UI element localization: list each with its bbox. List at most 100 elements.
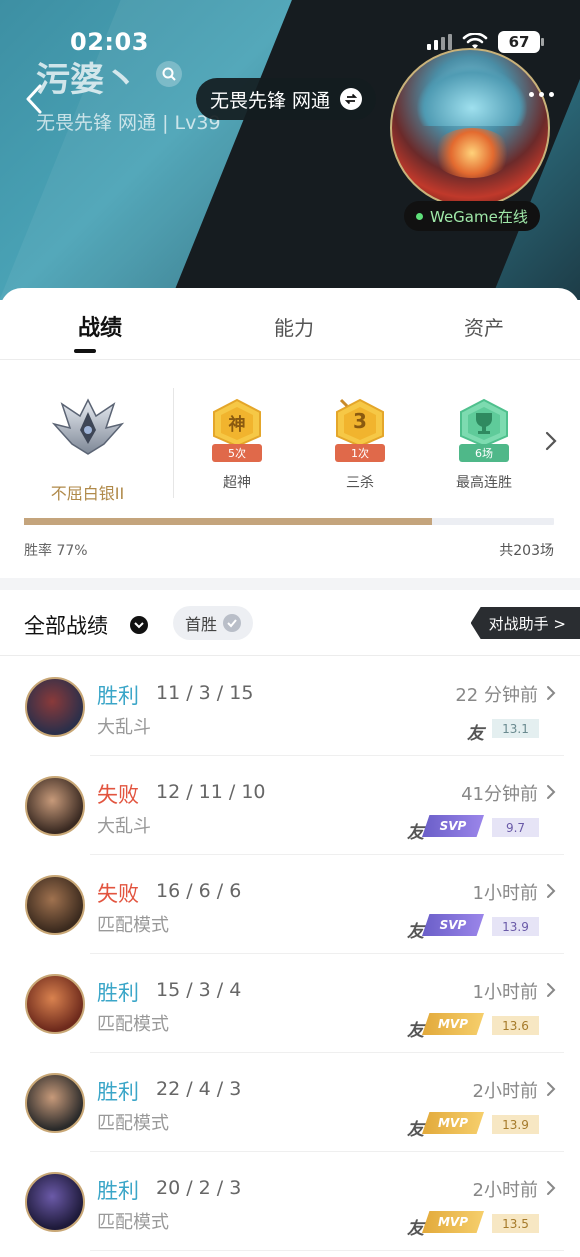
match-kda: 16 / 6 / 6 bbox=[156, 880, 242, 902]
match-result: 胜利 bbox=[97, 1080, 139, 1104]
match-kda: 20 / 2 / 3 bbox=[156, 1177, 242, 1199]
match-score: 13.1 bbox=[492, 719, 539, 738]
online-dot-icon bbox=[416, 212, 423, 220]
triple-kill-badge-icon: 3 1次 bbox=[331, 398, 389, 462]
tab-active-indicator bbox=[74, 349, 96, 353]
match-row[interactable]: 胜利 11 / 3 / 15 大乱斗 22 分钟前 友 13.1 bbox=[0, 657, 580, 756]
divider bbox=[173, 388, 174, 498]
match-time: 1小时前 bbox=[472, 982, 538, 1003]
chevron-right-icon bbox=[547, 983, 556, 997]
chevron-right-icon bbox=[547, 1181, 556, 1195]
match-row[interactable]: 胜利 15 / 3 / 4 匹配模式 1小时前 友 MVP 13.6 bbox=[0, 954, 580, 1053]
friend-icon: 友 bbox=[407, 1021, 424, 1041]
tab-assets[interactable]: 资产 bbox=[464, 312, 504, 341]
player-server-level: 无畏先锋 网通 | Lv39 bbox=[36, 112, 221, 134]
win-rate-bar bbox=[24, 518, 554, 525]
match-row[interactable]: 失败 12 / 11 / 10 大乱斗 41分钟前 友 SVP 9.7 bbox=[0, 756, 580, 855]
total-games-label: 共203场 bbox=[499, 543, 554, 559]
match-result: 胜利 bbox=[97, 684, 139, 708]
win-rate-bar-fill bbox=[24, 518, 433, 525]
match-mode: 匹配模式 bbox=[97, 1113, 169, 1134]
match-row[interactable]: 胜利 22 / 4 / 3 匹配模式 2小时前 友 MVP 13.9 bbox=[0, 1053, 580, 1152]
check-icon bbox=[223, 614, 242, 632]
match-time: 2小时前 bbox=[472, 1081, 538, 1102]
champion-avatar bbox=[25, 974, 85, 1034]
mvp-badge: MVP bbox=[422, 1211, 484, 1233]
online-status-badge: WeGame在线 bbox=[404, 201, 540, 231]
svp-badge: SVP bbox=[422, 815, 484, 837]
rank-block[interactable]: 不屈白银II bbox=[20, 388, 155, 503]
champion-avatar bbox=[25, 1172, 85, 1232]
tab-ability[interactable]: 能力 bbox=[274, 312, 314, 341]
rank-name: 不屈白银II bbox=[50, 484, 125, 503]
first-win-chip[interactable]: 首胜 bbox=[173, 606, 254, 640]
switch-icon bbox=[340, 88, 363, 110]
match-time: 41分钟前 bbox=[461, 784, 538, 805]
match-result: 失败 bbox=[97, 882, 139, 906]
friend-icon: 友 bbox=[407, 1219, 424, 1239]
champion-avatar bbox=[25, 875, 85, 935]
match-mode: 大乱斗 bbox=[97, 717, 151, 738]
champion-avatar bbox=[25, 677, 85, 737]
champion-avatar bbox=[25, 776, 85, 836]
friend-icon: 友 bbox=[407, 823, 424, 843]
match-score: 9.7 bbox=[492, 818, 539, 837]
badge-win-streak[interactable]: 6场 最高连胜 bbox=[429, 398, 539, 492]
battle-assistant-button[interactable]: 对战助手 > bbox=[470, 607, 580, 639]
tab-record[interactable]: 战绩 bbox=[78, 310, 122, 342]
match-score: 13.9 bbox=[492, 1115, 539, 1134]
match-score: 13.5 bbox=[492, 1214, 539, 1233]
chevron-right-icon bbox=[547, 1082, 556, 1096]
trophy-icon: 6场 bbox=[455, 398, 513, 462]
match-score: 13.9 bbox=[492, 917, 539, 936]
svp-badge: SVP bbox=[422, 914, 484, 936]
friend-icon: 友 bbox=[467, 724, 484, 744]
friend-icon: 友 bbox=[407, 1120, 424, 1140]
match-filter-bar: 全部战绩 首胜 对战助手 > bbox=[0, 590, 580, 656]
chevron-right-icon bbox=[547, 884, 556, 898]
match-result: 胜利 bbox=[97, 981, 139, 1005]
dropdown-icon[interactable] bbox=[130, 616, 148, 634]
silver-rank-emblem-icon bbox=[51, 398, 124, 455]
server-switch-button[interactable]: 无畏先锋 网通 bbox=[196, 78, 377, 120]
server-name: 无畏先锋 网通 bbox=[210, 89, 331, 112]
section-gap bbox=[0, 578, 580, 590]
match-kda: 12 / 11 / 10 bbox=[156, 781, 266, 803]
match-result: 失败 bbox=[97, 783, 139, 807]
profile-header: 02:03 67 污婆丶 无畏先锋 网通 | Lv39 无畏先锋 网通 WeGa… bbox=[0, 0, 580, 300]
friend-icon: 友 bbox=[407, 922, 424, 942]
match-row[interactable]: 失败 16 / 6 / 6 匹配模式 1小时前 友 SVP 13.9 bbox=[0, 855, 580, 954]
match-time: 1小时前 bbox=[472, 883, 538, 904]
match-mode: 匹配模式 bbox=[97, 1212, 169, 1233]
all-records-filter[interactable]: 全部战绩 bbox=[24, 610, 108, 640]
battery-indicator: 67 bbox=[498, 31, 544, 53]
match-kda: 22 / 4 / 3 bbox=[156, 1078, 242, 1100]
chevron-right-icon bbox=[547, 686, 556, 700]
search-icon[interactable] bbox=[156, 61, 182, 87]
row-divider bbox=[90, 1250, 564, 1251]
player-name: 污婆丶 bbox=[36, 60, 138, 100]
more-options-icon[interactable] bbox=[529, 92, 554, 97]
match-mode: 大乱斗 bbox=[97, 816, 151, 837]
cellular-signal-icon bbox=[427, 34, 452, 50]
badge-triple-kill[interactable]: 3 1次 三杀 bbox=[305, 398, 415, 492]
match-time: 2小时前 bbox=[472, 1180, 538, 1201]
match-result: 胜利 bbox=[97, 1179, 139, 1203]
badge-godlike[interactable]: 神 5次 超神 bbox=[182, 398, 292, 492]
match-mode: 匹配模式 bbox=[97, 1014, 169, 1035]
summary-card: 战绩 能力 资产 不屈白银II 神 5次 超神 3 1次 三杀 6场 最高连胜 … bbox=[0, 288, 580, 578]
match-kda: 15 / 3 / 4 bbox=[156, 979, 242, 1001]
tab-bar: 战绩 能力 资产 bbox=[0, 288, 580, 360]
chevron-right-icon[interactable] bbox=[544, 430, 558, 452]
win-rate-label: 胜率 77% bbox=[24, 543, 88, 559]
match-score: 13.6 bbox=[492, 1016, 539, 1035]
godlike-badge-icon: 神 5次 bbox=[208, 398, 266, 462]
match-kda: 11 / 3 / 15 bbox=[156, 682, 254, 704]
match-row[interactable]: 胜利 20 / 2 / 3 匹配模式 2小时前 友 MVP 13.5 bbox=[0, 1152, 580, 1251]
online-status-text: WeGame在线 bbox=[430, 207, 528, 226]
profile-avatar[interactable] bbox=[390, 48, 550, 208]
mvp-badge: MVP bbox=[422, 1112, 484, 1134]
mvp-badge: MVP bbox=[422, 1013, 484, 1035]
champion-avatar bbox=[25, 1073, 85, 1133]
match-mode: 匹配模式 bbox=[97, 915, 169, 936]
